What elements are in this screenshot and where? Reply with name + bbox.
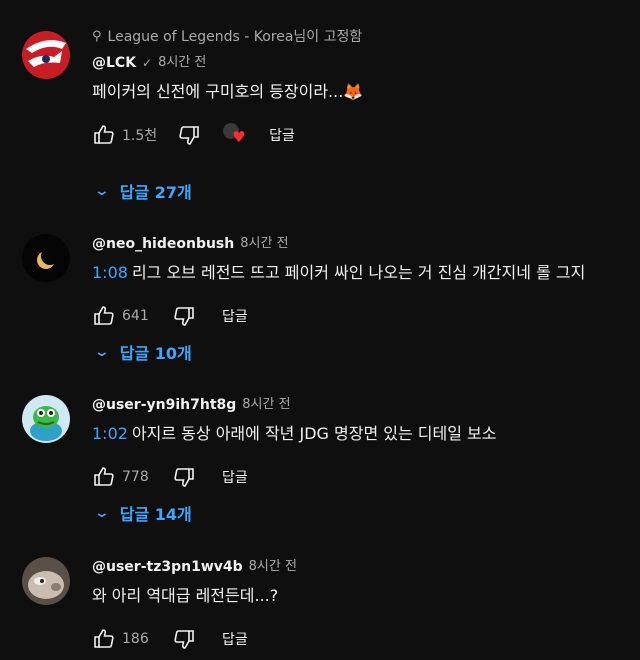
thumbs-up-icon[interactable] (92, 627, 116, 651)
comment-thread: @neo_hideonbush 8시간 전 1:08 리그 오브 레전드 뜨고 페… (0, 234, 640, 374)
view-replies-button[interactable]: ⌄ 답글 14개 (93, 495, 192, 531)
comment-body: @neo_hideonbush 8시간 전 1:08 리그 오브 레전드 뜨고 페… (92, 234, 640, 332)
comment-text-content: 와 아리 역대급 레전든데...? (92, 586, 279, 605)
video-timestamp-link[interactable]: 1:02 (92, 424, 128, 443)
thumbs-down-icon[interactable] (172, 304, 196, 328)
replies-count-label: 답글 10개 (119, 344, 192, 363)
replies-count-label: 답글 14개 (119, 505, 192, 524)
crescent-moon-icon[interactable] (22, 234, 70, 282)
thumbs-up-icon[interactable] (92, 304, 116, 328)
comment-thread: @user-tz3pn1wv4b 8시간 전 와 아리 역대급 레전든데...?… (0, 557, 640, 660)
reply-button[interactable]: 답글 (218, 467, 252, 487)
comment-text: 1:08 리그 오브 레전드 뜨고 페이커 싸인 나오는 거 진심 개간지네 롤 … (92, 262, 640, 284)
comment-text: 와 아리 역대급 레전든데...? (92, 585, 640, 607)
comment-text: 1:02 아지르 동상 아래에 작년 JDG 명장면 있는 디테일 보소 (92, 423, 640, 445)
like-count: 1.5천 (122, 128, 158, 144)
comment-header: @user-tz3pn1wv4b 8시간 전 (92, 557, 640, 577)
reply-button[interactable]: 답글 (265, 125, 299, 145)
comment-actions: 186 답글 (92, 623, 640, 655)
comment-thread: @user-yn9ih7ht8g 8시간 전 1:02 아지르 동상 아래에 작년… (0, 395, 640, 535)
comment-header: @LCK ✓ 8시간 전 (92, 53, 640, 73)
view-replies-button[interactable]: ⌄ 답글 27개 (93, 173, 192, 209)
lck-logo-icon[interactable] (22, 31, 70, 79)
view-replies-button[interactable]: ⌄ 답글 10개 (93, 334, 192, 370)
comment-text-content: 리그 오브 레전드 뜨고 페이커 싸인 나오는 거 진심 개간지네 롤 그지 (131, 263, 586, 282)
author-name[interactable]: @user-tz3pn1wv4b (92, 557, 243, 577)
thumbs-up-icon[interactable] (92, 465, 116, 489)
author-name[interactable]: @LCK (92, 53, 136, 73)
comment-text: 페이커의 신전에 구미호의 등장이라...🦊 (92, 81, 640, 103)
cartoon-character-icon[interactable] (22, 395, 70, 443)
animal-photo-icon[interactable] (22, 557, 70, 605)
comment-text-content: 아지르 동상 아래에 작년 JDG 명장면 있는 디테일 보소 (131, 424, 497, 443)
comment-time[interactable]: 8시간 전 (249, 557, 297, 577)
thumbs-down-icon[interactable] (177, 123, 201, 147)
like-count: 641 (122, 308, 149, 324)
like-count: 186 (122, 631, 149, 647)
verified-check-icon: ✓ (142, 56, 153, 70)
thumbs-up-icon[interactable] (92, 123, 116, 147)
comment-actions: 641 답글 (92, 300, 640, 332)
heart-icon: ♥ (232, 128, 246, 146)
thumbs-down-icon[interactable] (172, 465, 196, 489)
creator-heart-icon: ♥ (223, 123, 247, 147)
replies-count-label: 답글 27개 (119, 183, 192, 202)
comment-actions: 778 답글 (92, 461, 640, 493)
comment-body: ⚲ League of Legends - Korea님이 고정함 @LCK ✓… (92, 29, 640, 151)
pinned-label: ⚲ League of Legends - Korea님이 고정함 (92, 27, 640, 47)
reply-button[interactable]: 답글 (218, 306, 252, 326)
chevron-down-icon: ⌄ (93, 344, 111, 360)
author-name[interactable]: @neo_hideonbush (92, 234, 234, 254)
author-name[interactable]: @user-yn9ih7ht8g (92, 395, 236, 415)
thumbs-down-icon[interactable] (172, 627, 196, 651)
comment-actions: 1.5천 ♥ 답글 (92, 119, 640, 151)
reply-button[interactable]: 답글 (218, 629, 252, 649)
comment-body: @user-yn9ih7ht8g 8시간 전 1:02 아지르 동상 아래에 작년… (92, 395, 640, 493)
like-count: 778 (122, 469, 149, 485)
comment-text-content: 페이커의 신전에 구미호의 등장이라...🦊 (92, 82, 364, 101)
comment-time[interactable]: 8시간 전 (242, 395, 290, 415)
comment-time[interactable]: 8시간 전 (240, 234, 288, 254)
comment-body: @user-tz3pn1wv4b 8시간 전 와 아리 역대급 레전든데...?… (92, 557, 640, 655)
pinned-text: League of Legends - Korea님이 고정함 (107, 29, 363, 45)
comment-header: @user-yn9ih7ht8g 8시간 전 (92, 395, 640, 415)
comment-time[interactable]: 8시간 전 (158, 53, 206, 73)
comment-thread: ⚲ League of Legends - Korea님이 고정함 @LCK ✓… (0, 29, 640, 221)
chevron-down-icon: ⌄ (93, 183, 111, 199)
pin-icon: ⚲ (92, 29, 102, 44)
chevron-down-icon: ⌄ (93, 505, 111, 521)
video-timestamp-link[interactable]: 1:08 (92, 263, 128, 282)
comment-header: @neo_hideonbush 8시간 전 (92, 234, 640, 254)
